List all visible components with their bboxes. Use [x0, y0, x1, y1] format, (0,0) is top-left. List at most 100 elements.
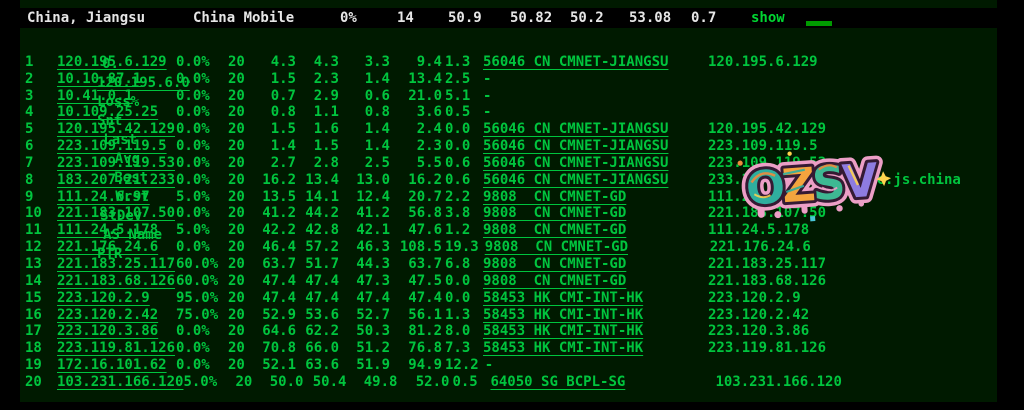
cell-stdev: 19.3: [445, 239, 479, 256]
cell-hop: 20: [25, 374, 57, 391]
trace-row: 410.109.25.250.0%200.81.10.83.60.5-: [20, 104, 997, 121]
cell-ip: 223.120.2.42: [57, 307, 176, 324]
summary-best: 50.2: [570, 11, 604, 25]
cell-snt: 20: [228, 205, 256, 222]
cell-last: 47.4: [256, 273, 296, 290]
cell-best: 52.7: [350, 307, 390, 324]
cell-hop: 13: [25, 256, 57, 273]
cell-hop: 17: [25, 323, 57, 340]
cell-ptr: 103.231.166.120: [715, 374, 841, 391]
cell-loss: 0.0%: [176, 172, 228, 189]
cell-avg: 1.5: [299, 138, 339, 155]
cell-hop: 8: [25, 172, 57, 189]
cell-wrst: 2.4: [392, 121, 442, 138]
cell-wrst: 52.0: [399, 374, 449, 391]
mtr-table: 0. 120.195.6.0 Loss% Snt Last Avg Best W…: [20, 37, 997, 391]
cell-last: 63.7: [256, 256, 296, 273]
cell-ip: 223.120.2.9: [57, 290, 176, 307]
summary-worst: 53.08: [629, 11, 671, 25]
cell-ptr: 223.109.119.5: [708, 138, 818, 155]
cell-ip: 111.24.6.97: [57, 189, 176, 206]
cell-snt: 20: [228, 222, 256, 239]
cell-hop: 5: [25, 121, 57, 138]
cell-ptr: 233.21.207.183.static.js.china: [708, 172, 961, 189]
cell-last: 41.2: [256, 205, 296, 222]
cell-loss: 0.0%: [176, 323, 228, 340]
cell-ip: 172.16.101.62: [57, 357, 176, 374]
cell-ptr: 111.24.6.97: [708, 189, 801, 206]
cell-snt: 20: [228, 172, 256, 189]
cell-best: 3.3: [350, 54, 390, 71]
cell-stdev: 6.8: [445, 256, 477, 273]
cell-hop: 15: [25, 290, 57, 307]
cell-best: 1.4: [350, 121, 390, 138]
cell-as-name: 58453 HK CMI-INT-HK: [483, 290, 708, 307]
cell-ip: 223.120.3.86: [57, 323, 176, 340]
cell-hop: 19: [25, 357, 57, 374]
cell-ip: 111.24.5.178: [57, 222, 176, 239]
cell-hop: 11: [25, 222, 57, 239]
cell-as-name: 56046 CN CMNET-JIANGSU: [483, 172, 708, 189]
cell-ip: 10.41.0.1: [57, 88, 176, 105]
cell-ip: 221.183.68.126: [57, 273, 176, 290]
trace-row: 19172.16.101.620.0%2052.163.651.994.912.…: [20, 357, 997, 374]
cell-ptr: 223.120.2.9: [708, 290, 801, 307]
cell-ip: 223.119.81.126: [57, 340, 176, 357]
trace-row: 1120.195.6.1290.0%204.34.33.39.41.356046…: [20, 54, 997, 71]
cell-as-name: -: [485, 357, 710, 374]
cell-avg: 2.8: [299, 155, 339, 172]
cell-snt: 20: [228, 88, 256, 105]
cell-loss: 60.0%: [176, 256, 228, 273]
cell-avg: 2.3: [299, 71, 339, 88]
cell-ptr: 223.119.81.126: [708, 340, 826, 357]
cell-stdev: 1.3: [445, 307, 477, 324]
cell-ip: 223.109.119.53: [57, 155, 176, 172]
cell-stdev: 0.0: [445, 121, 477, 138]
cell-stdev: 0.0: [445, 138, 477, 155]
cell-wrst: 108.5: [392, 239, 442, 256]
cell-last: 46.4: [256, 239, 296, 256]
cell-best: 0.8: [350, 104, 390, 121]
trace-row: 5120.195.42.1290.0%201.51.61.42.40.05604…: [20, 121, 997, 138]
cell-snt: 20: [228, 138, 256, 155]
cell-hop: 9: [25, 189, 57, 206]
cell-ptr: 221.183.107.50: [708, 205, 826, 222]
cell-avg: 4.3: [299, 54, 339, 71]
trace-row: 17223.120.3.860.0%2064.662.250.381.28.05…: [20, 323, 997, 340]
cell-stdev: 0.5: [445, 104, 477, 121]
summary-location: China, Jiangsu: [27, 11, 145, 25]
trace-row: 8183.207.21.2330.0%2016.213.413.016.20.6…: [20, 172, 997, 189]
summary-last: 50.9: [448, 11, 482, 25]
cell-stdev: 0.0: [445, 273, 477, 290]
cell-snt: 20: [228, 307, 256, 324]
cell-snt: 20: [228, 54, 256, 71]
cell-best: 49.8: [357, 374, 397, 391]
trace-row: 10221.183.107.500.0%2041.244.241.256.83.…: [20, 205, 997, 222]
cell-best: 12.4: [350, 189, 390, 206]
cell-avg: 42.8: [299, 222, 339, 239]
cell-hop: 3: [25, 88, 57, 105]
cell-loss: 0.0%: [176, 121, 228, 138]
summary-bar: China, Jiangsu China Mobile 0% 14 50.9 5…: [20, 8, 997, 28]
cell-loss: 5.0%: [176, 189, 228, 206]
cell-avg: 47.4: [299, 273, 339, 290]
cell-loss: 0.0%: [176, 205, 228, 222]
trace-row: 6223.109.119.50.0%201.41.51.42.30.056046…: [20, 138, 997, 155]
cell-loss: 5.0%: [183, 374, 235, 391]
trace-row: 12221.176.24.60.0%2046.457.246.3108.519.…: [20, 239, 997, 256]
show-link[interactable]: show: [751, 11, 785, 25]
cell-ip: 221.183.25.117: [57, 256, 176, 273]
cell-hop: 6: [25, 138, 57, 155]
cell-as-name: 9808 CN CMNET-GD: [483, 273, 708, 290]
cell-stdev: 0.6: [445, 155, 477, 172]
cell-stdev: 0.0: [445, 290, 477, 307]
trace-row: 7223.109.119.530.0%202.72.82.55.50.65604…: [20, 155, 997, 172]
cell-loss: 0.0%: [176, 340, 228, 357]
cell-stdev: 1.2: [445, 222, 477, 239]
cell-last: 50.0: [263, 374, 303, 391]
cell-avg: 13.4: [299, 172, 339, 189]
cell-hop: 14: [25, 273, 57, 290]
cell-avg: 50.4: [306, 374, 346, 391]
cell-as-name: -: [483, 88, 708, 105]
cell-hop: 12: [25, 239, 57, 256]
